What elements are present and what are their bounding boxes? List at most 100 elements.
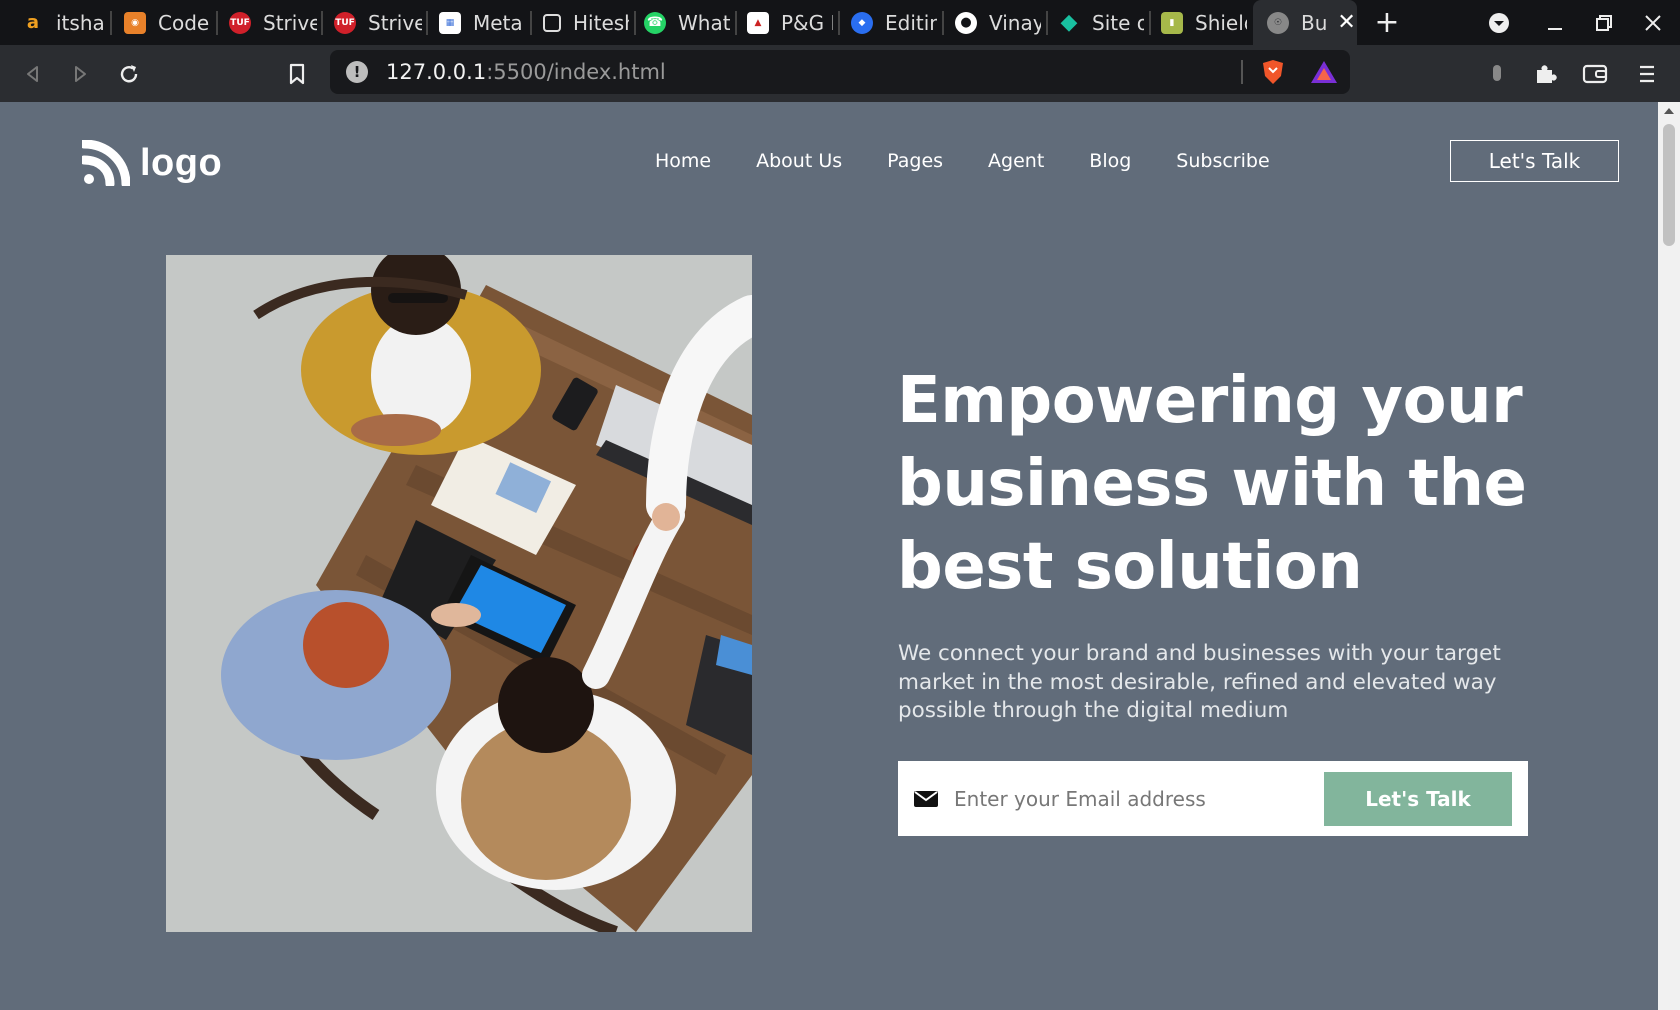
url-path: :5500/index.html xyxy=(486,60,666,84)
tab-title: Hitesh xyxy=(573,10,629,35)
browser-tab-strip: a itshar ◉ Code TUF Strive TUF Strive ▦ … xyxy=(0,0,1680,45)
close-tab-icon[interactable]: ✕ xyxy=(1337,10,1355,35)
tab-separator xyxy=(321,11,323,35)
menu-button[interactable] xyxy=(1632,59,1662,89)
tab-title: Code xyxy=(158,10,210,35)
tab-8[interactable]: ◆ Editin xyxy=(851,0,937,45)
tab-title: What xyxy=(678,10,730,35)
tab-3[interactable]: TUF Strive xyxy=(334,0,422,45)
tab-title: Site o xyxy=(1092,10,1144,35)
diamond-icon: ◆ xyxy=(1060,10,1078,35)
tab-title: Shield xyxy=(1195,10,1247,35)
nav-subscribe[interactable]: Subscribe xyxy=(1176,150,1269,172)
tab-4[interactable]: ▦ Meta xyxy=(439,0,525,45)
restore-icon xyxy=(1596,14,1612,31)
codechef-icon: ◉ xyxy=(124,11,146,34)
site-info-icon[interactable]: ! xyxy=(346,61,368,83)
github-icon: ● xyxy=(955,11,977,34)
address-bar[interactable]: ! 127.0.0.1:5500/index.html xyxy=(330,50,1350,94)
tuf-icon: TUF xyxy=(229,11,251,34)
nav-home[interactable]: Home xyxy=(655,150,711,172)
shield-app-icon: ▮ xyxy=(1161,11,1183,34)
hero-description: We connect your brand and businesses wit… xyxy=(898,641,1501,723)
nav-blog[interactable]: Blog xyxy=(1089,150,1131,172)
browser-toolbar: ! 127.0.0.1:5500/index.html xyxy=(0,45,1680,102)
tab-separator xyxy=(735,11,737,35)
site-logo[interactable]: logo xyxy=(82,140,222,186)
extensions-button[interactable] xyxy=(1530,59,1560,89)
tab-separator xyxy=(634,11,636,35)
hamburger-icon xyxy=(1640,65,1654,83)
tab-6[interactable]: ☎ What xyxy=(644,0,730,45)
tab-9[interactable]: ● Vinay xyxy=(955,0,1041,45)
brave-rewards-icon[interactable] xyxy=(1310,59,1338,89)
hero-image xyxy=(166,255,752,932)
main-navigation: Home About Us Pages Agent Blog Subscribe xyxy=(655,150,1315,172)
reload-button[interactable] xyxy=(114,59,144,89)
restore-button[interactable] xyxy=(1589,0,1619,45)
header-lets-talk-button[interactable]: Let's Talk xyxy=(1450,140,1619,182)
tab-11[interactable]: ▮ Shield xyxy=(1161,0,1247,45)
logo-mark-icon xyxy=(82,140,130,186)
tab-title: Strive xyxy=(263,10,317,35)
minimize-button[interactable] xyxy=(1540,0,1570,45)
forward-icon xyxy=(75,66,86,82)
mail-icon xyxy=(913,789,939,809)
tab-active[interactable]: ☉ Bu ✕ xyxy=(1253,0,1357,45)
square-icon xyxy=(543,13,561,32)
close-icon xyxy=(1645,14,1661,31)
tab-title: itshar xyxy=(56,10,104,35)
globe-icon: ☉ xyxy=(1267,11,1289,34)
hero-headline: Empowering your business with the best s… xyxy=(897,360,1617,609)
bookmark-icon xyxy=(289,63,305,85)
pg-icon: ▲ xyxy=(747,11,769,34)
page-scrollbar[interactable] xyxy=(1658,102,1680,1010)
reload-icon xyxy=(120,65,138,83)
tab-10[interactable]: ◆ Site o xyxy=(1058,0,1144,45)
puzzle-icon xyxy=(1537,65,1557,83)
amazon-icon: a xyxy=(26,12,40,33)
tab-5[interactable]: Hitesh xyxy=(543,0,629,45)
tab-search-button[interactable] xyxy=(1484,0,1514,45)
back-button[interactable] xyxy=(18,59,48,89)
scrollbar-thumb[interactable] xyxy=(1663,124,1675,246)
tab-title: Bu xyxy=(1301,10,1328,35)
nav-agent[interactable]: Agent xyxy=(988,150,1044,172)
email-signup-form: Let's Talk xyxy=(898,761,1528,836)
tab-1[interactable]: ◉ Code xyxy=(124,0,210,45)
bookmark-button[interactable] xyxy=(282,59,312,89)
wallet-icon xyxy=(1582,64,1608,84)
url-text: 127.0.0.1:5500/index.html xyxy=(386,60,666,84)
editing-icon: ◆ xyxy=(851,11,873,34)
tab-separator xyxy=(1046,11,1048,35)
tab-2[interactable]: TUF Strive xyxy=(229,0,317,45)
tab-separator xyxy=(942,11,944,35)
tab-separator xyxy=(530,11,532,35)
forward-button[interactable] xyxy=(65,59,95,89)
whatsapp-icon: ☎ xyxy=(644,11,666,34)
mic-icon xyxy=(1493,65,1501,81)
wallet-button[interactable] xyxy=(1580,59,1610,89)
nav-pages[interactable]: Pages xyxy=(887,150,943,172)
tab-title: Vinay xyxy=(989,10,1041,35)
headline-line-3: best solution xyxy=(897,530,1363,604)
headline-line-1: Empowering your xyxy=(897,364,1523,438)
email-input[interactable] xyxy=(954,786,1314,811)
tab-0[interactable]: a itshar xyxy=(22,0,104,45)
close-window-button[interactable] xyxy=(1638,0,1668,45)
tab-separator xyxy=(426,11,428,35)
scroll-up-arrow-icon[interactable] xyxy=(1664,108,1674,114)
submit-lets-talk-button[interactable]: Let's Talk xyxy=(1324,772,1512,826)
brave-shield-icon[interactable] xyxy=(1260,58,1286,90)
chevron-down-circle-icon xyxy=(1489,12,1509,33)
tab-separator xyxy=(838,11,840,35)
url-host: 127.0.0.1 xyxy=(386,60,487,84)
tab-separator xyxy=(216,11,218,35)
new-tab-button[interactable]: + xyxy=(1372,0,1402,45)
speedreader-button[interactable] xyxy=(1482,59,1512,89)
tab-title: P&G F xyxy=(781,10,833,35)
headline-line-2: business with the xyxy=(897,447,1527,521)
tab-7[interactable]: ▲ P&G F xyxy=(747,0,833,45)
nav-about-us[interactable]: About Us xyxy=(756,150,842,172)
back-icon xyxy=(27,66,38,82)
